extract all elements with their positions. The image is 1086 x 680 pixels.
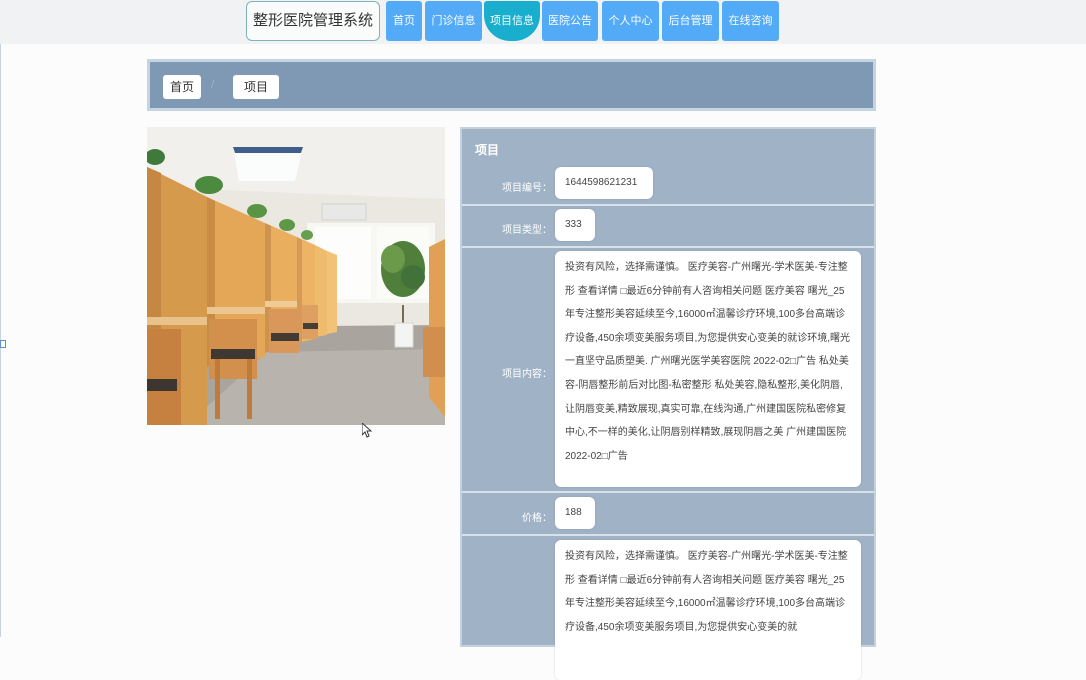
- project-detail-panel: 项目 项目编号： 1644598621231 项目类型： 333 项目内容： 投…: [460, 127, 876, 680]
- row-divider: [462, 491, 874, 493]
- top-navigation-bar: 整形医院管理系统 首页 门诊信息 项目信息 医院公告 个人中心 后台管理 在线咨…: [0, 0, 1086, 44]
- breadcrumb: 首页 / 项目: [147, 59, 876, 111]
- nav-personal-center[interactable]: 个人中心: [602, 1, 659, 41]
- project-content-value: 投资有风险，选择需谨慎。 医疗美容-广州曙光-学术医美-专注整形 查看详情 □最…: [555, 251, 861, 487]
- nav-admin[interactable]: 后台管理: [662, 1, 719, 41]
- nav-online-consult[interactable]: 在线咨询: [722, 1, 779, 41]
- project-image: [147, 127, 445, 425]
- project-type-label: 项目类型：: [502, 225, 552, 236]
- breadcrumb-project[interactable]: 项目: [233, 75, 279, 99]
- window-left-edge: [0, 0, 1, 637]
- price-value: 188: [555, 497, 595, 529]
- nav-project-info[interactable]: 项目信息: [484, 1, 540, 41]
- resize-handle[interactable]: [0, 340, 6, 348]
- row-divider: [462, 534, 874, 536]
- nav-hospital-notice[interactable]: 医院公告: [542, 1, 598, 41]
- breadcrumb-separator: /: [211, 77, 215, 91]
- second-content-value: 投资有风险，选择需谨慎。 医疗美容-广州曙光-学术医美-专注整形 查看详情 □最…: [555, 540, 861, 680]
- project-type-value: 333: [555, 209, 595, 241]
- detail-title: 项目: [475, 143, 500, 157]
- project-number-label: 项目编号：: [502, 183, 552, 194]
- site-title: 整形医院管理系统: [246, 1, 380, 41]
- nav-home[interactable]: 首页: [386, 1, 422, 41]
- row-divider: [462, 246, 874, 248]
- price-label: 价格：: [522, 513, 552, 524]
- mouse-pointer-icon: [361, 421, 373, 443]
- project-number-value: 1644598621231: [555, 167, 653, 199]
- breadcrumb-home[interactable]: 首页: [163, 75, 201, 99]
- row-divider: [462, 204, 874, 206]
- nav-clinic-info[interactable]: 门诊信息: [425, 1, 482, 41]
- project-content-label: 项目内容：: [502, 369, 552, 380]
